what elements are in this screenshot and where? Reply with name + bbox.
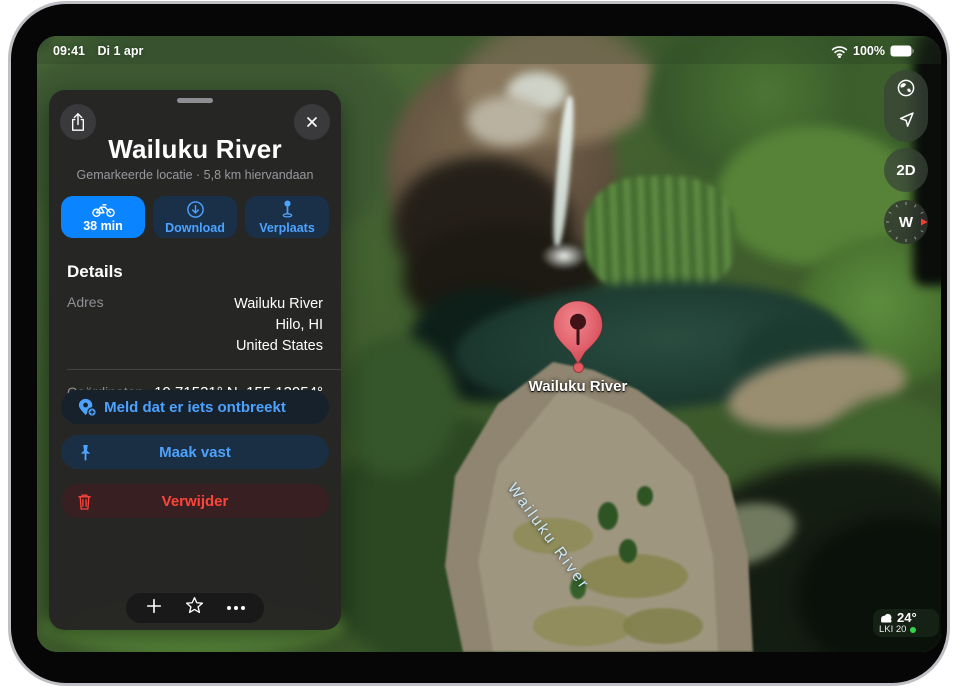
move-pin-icon <box>280 199 295 219</box>
weather-widget[interactable]: 24° LKI 20 <box>873 609 939 637</box>
map-2d-label: 2D <box>896 162 915 179</box>
air-quality-dot-icon <box>910 627 916 633</box>
pin-label: Wailuku River <box>508 378 648 395</box>
address-row: Adres Wailuku River Hilo, HI United Stat… <box>49 282 341 357</box>
report-missing-button[interactable]: Meld dat er iets ontbreekt <box>61 390 329 424</box>
delete-label: Verwijder <box>162 493 229 510</box>
add-icon <box>145 597 163 615</box>
share-button[interactable] <box>60 104 96 140</box>
delete-button[interactable]: Verwijder <box>61 484 329 518</box>
favorite-button[interactable] <box>185 596 204 620</box>
move-button[interactable]: Verplaats <box>245 196 329 238</box>
address-label: Adres <box>67 294 104 357</box>
address-line: Wailuku River <box>234 294 323 315</box>
map-controls: 2D W <box>884 70 928 244</box>
report-pin-icon <box>77 397 98 418</box>
directions-label: 38 min <box>83 219 123 233</box>
drag-handle[interactable] <box>177 98 213 103</box>
map-pin-marker[interactable]: Wailuku River <box>508 298 648 395</box>
map-terrain <box>585 176 735 296</box>
download-label: Download <box>165 221 225 235</box>
locate-button[interactable] <box>897 110 916 134</box>
screenshot-root: Wailuku River <box>0 0 960 689</box>
trash-icon <box>77 492 92 511</box>
air-quality-label: LKI 20 <box>879 624 906 635</box>
maps-app-screen: Wailuku River <box>37 36 941 652</box>
report-missing-label: Meld dat er iets ontbreekt <box>104 399 286 416</box>
pin-location-label: Maak vast <box>159 444 231 461</box>
add-button[interactable] <box>145 597 163 620</box>
address-line: Hilo, HI <box>234 315 323 336</box>
more-ellipsis-icon <box>241 606 245 610</box>
more-ellipsis-icon <box>227 606 231 610</box>
globe-icon <box>896 78 916 98</box>
place-title: Wailuku River <box>49 134 341 165</box>
pin-balloon-icon <box>548 298 608 366</box>
download-icon <box>186 200 205 219</box>
pin-location-button[interactable]: Maak vast <box>61 435 329 469</box>
close-icon <box>304 114 320 130</box>
download-button[interactable]: Download <box>153 196 237 238</box>
more-ellipsis-icon <box>234 606 238 610</box>
battery-icon <box>890 45 915 57</box>
wifi-icon <box>831 45 848 58</box>
map-mode-pill <box>884 70 928 142</box>
address-line: United States <box>234 336 323 357</box>
directions-button[interactable]: 38 min <box>61 196 145 238</box>
status-time: 09:41 <box>53 44 85 58</box>
details-header: Details <box>49 238 341 282</box>
more-button[interactable] <box>227 606 245 610</box>
cloud-icon <box>879 613 894 623</box>
card-toolbar <box>126 593 264 623</box>
share-icon <box>69 111 87 133</box>
pushpin-icon <box>77 443 94 462</box>
map-waterfall <box>541 242 587 270</box>
compass-heading-label: W <box>884 200 928 244</box>
quick-actions-row: 38 min Download <box>49 182 341 238</box>
location-arrow-icon <box>897 110 916 129</box>
place-card: Wailuku River Gemarkeerde locatie · 5,8 … <box>49 90 341 630</box>
status-bar: 09:41 Di 1 apr 100% <box>37 36 941 64</box>
globe-button[interactable] <box>896 78 916 103</box>
map-2d-button[interactable]: 2D <box>884 148 928 192</box>
close-button[interactable] <box>294 104 330 140</box>
move-label: Verplaats <box>259 221 315 235</box>
weather-temperature: 24° <box>897 611 917 624</box>
bicycle-icon <box>91 202 116 217</box>
map-terrain <box>467 96 547 146</box>
favorite-star-icon <box>185 596 204 615</box>
battery-percent: 100% <box>853 44 885 58</box>
place-subtitle: Gemarkeerde locatie · 5,8 km hiervandaan <box>49 168 341 182</box>
status-date: Di 1 apr <box>97 44 143 58</box>
compass-button[interactable]: W <box>884 200 928 244</box>
ipad-device-frame: Wailuku River <box>8 1 950 686</box>
